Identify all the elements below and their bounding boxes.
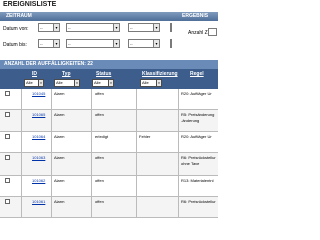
table-row[interactable]: 101062 Alarm offen R13: Materialentnl [0,176,218,197]
date-from-month-select[interactable]: -- ▾ [66,23,120,32]
row-regel-line2: -änderung [181,118,200,123]
row-status: offen [95,178,104,183]
filter-select-klassifizierung[interactable]: Alle ▾ [140,79,162,87]
row-regel: R20: Auftläger Ur [181,134,212,139]
row-id[interactable]: 101062 [32,178,45,183]
date-to-month-select[interactable]: -- ▾ [66,39,120,48]
row-id[interactable]: 101061 [32,199,45,204]
chevron-down-icon: ▾ [113,24,119,31]
row-regel: R13: Materialentnl [181,178,214,183]
filter-bar-label: ZEITRAUM [6,13,32,19]
table-row[interactable]: 101045 Alarm offen R20: Auftläger Ur [0,89,218,110]
column-divider [136,89,137,218]
page-title: EREIGNISLISTE [3,1,57,8]
select-value: Alle [56,80,63,85]
row-status: offen [95,155,104,160]
date-from-label: Datum von: [3,26,29,32]
column-divider [51,89,52,218]
date-from-day-select[interactable]: -- ▾ [38,23,60,32]
column-divider [91,89,92,218]
chevron-down-icon: ▾ [108,80,113,86]
column-header-klassifizierung[interactable]: Klassifizierung [142,71,178,77]
table-row[interactable]: 101064 Alarm erledigt Fehler R20: Auftlä… [0,132,218,153]
select-value: -- [68,41,71,46]
row-regel: R6: Preisrückstellur [181,199,216,204]
table-header: ID Typ Status Klassifizierung Regel Alle… [0,69,218,89]
row-checkbox[interactable] [5,199,10,204]
row-regel-line2: ohne Tave [181,161,200,166]
chevron-down-icon: ▾ [53,24,59,31]
chevron-down-icon: ▾ [113,40,119,47]
select-value: -- [40,25,43,30]
row-id[interactable]: 101065 [32,112,45,117]
column-divider [21,89,22,218]
row-regel: R6: Preisrückstellur [181,155,216,160]
table-row[interactable]: 101061 Alarm offen R6: Preisrückstellur [0,197,218,218]
date-to-day-select[interactable]: -- ▾ [38,39,60,48]
select-value: Alle [94,80,101,85]
select-value: -- [130,41,133,46]
select-value: Alle [142,80,149,85]
chevron-down-icon: ▾ [38,80,43,86]
column-header-status[interactable]: Status [96,71,111,77]
row-id[interactable]: 101063 [32,155,45,160]
column-divider [178,89,179,218]
chevron-down-icon: ▾ [53,40,59,47]
row-klassifizierung: Fehler [139,134,151,139]
filter-bar: ZEITRAUM ERGEBNIS [0,12,218,21]
chevron-down-icon: ▾ [153,40,159,47]
row-checkbox[interactable] [5,91,10,96]
date-from-year-select[interactable]: -- ▾ [128,23,160,32]
select-value: -- [130,25,133,30]
row-checkbox[interactable] [5,112,10,117]
chevron-down-icon: ▾ [153,24,159,31]
filter-select-status[interactable]: Alle ▾ [92,79,114,87]
row-typ: Alarm [54,112,65,117]
table-row[interactable]: 101065 Alarm offen R5: Preisänderung -än… [0,110,218,132]
section-title: ANZAHL DER AUFFÄLLIGKEITEN: 22 [4,61,93,67]
filter-select-id[interactable]: Alle ▾ [24,79,44,87]
chevron-down-icon: ▾ [156,80,161,86]
date-from-extra-box[interactable] [170,23,172,32]
row-regel: R20: Auftläger Ur [181,91,212,96]
row-checkbox[interactable] [5,178,10,183]
row-status: offen [95,91,104,96]
row-id[interactable]: 101045 [32,91,45,96]
row-id[interactable]: 101064 [32,134,45,139]
select-value: Alle [26,80,33,85]
row-typ: Alarm [54,178,65,183]
date-to-label: Datum bis: [3,42,27,48]
row-typ: Alarm [54,91,65,96]
select-value: -- [40,41,43,46]
anzahl-checkbox[interactable] [208,28,217,36]
table-row[interactable]: 101063 Alarm offen R6: Preisrückstellur … [0,153,218,176]
row-typ: Alarm [54,155,65,160]
column-header-typ[interactable]: Typ [62,71,71,77]
filter-bar-right-label: ERGEBNIS [182,13,209,19]
date-to-extra-box[interactable] [170,39,172,48]
row-status: offen [95,199,104,204]
column-header-id[interactable]: ID [32,71,37,77]
row-regel: R5: Preisänderung [181,112,215,117]
chevron-down-icon: ▾ [74,80,79,86]
section-bar: ANZAHL DER AUFFÄLLIGKEITEN: 22 [0,60,218,69]
row-status: offen [95,112,104,117]
column-header-regel[interactable]: Regel [190,71,204,77]
select-value: -- [68,25,71,30]
row-typ: Alarm [54,134,65,139]
date-to-year-select[interactable]: -- ▾ [128,39,160,48]
row-checkbox[interactable] [5,155,10,160]
row-typ: Alarm [54,199,65,204]
row-status: erledigt [95,134,109,139]
filter-select-typ[interactable]: Alle ▾ [54,79,80,87]
row-checkbox[interactable] [5,134,10,139]
